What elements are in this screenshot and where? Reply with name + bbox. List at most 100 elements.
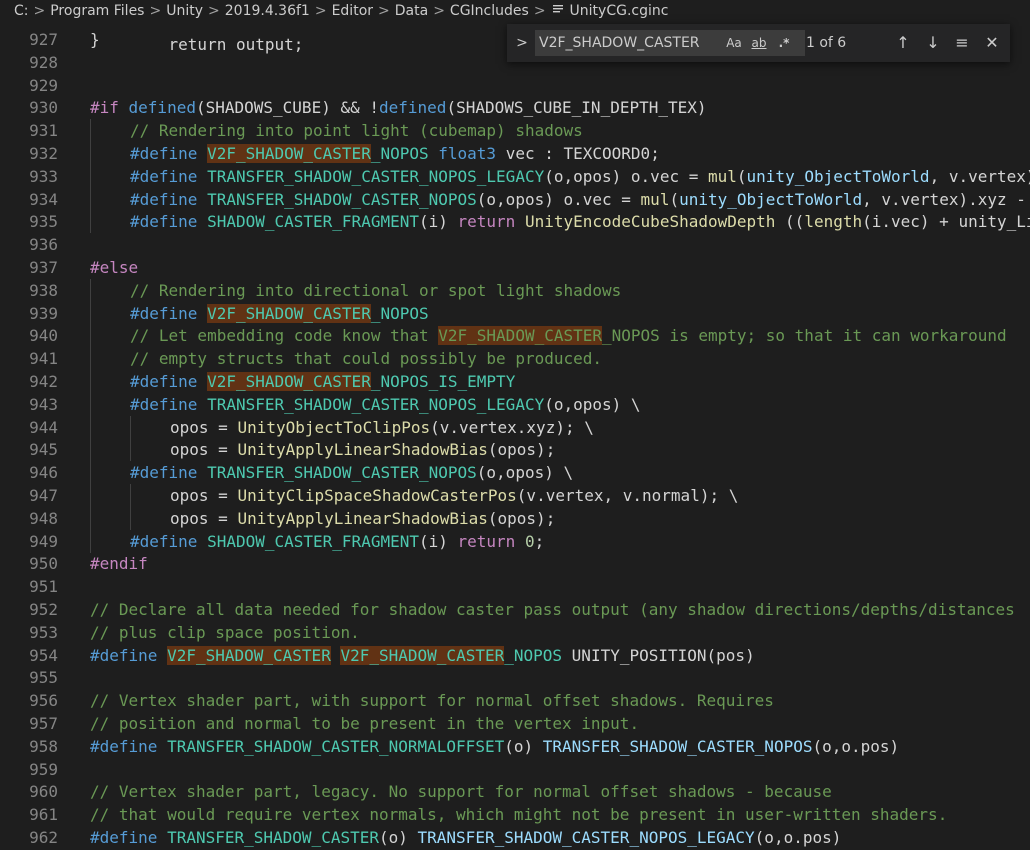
code-token: V2F_SHADOW_CASTER [207, 303, 371, 323]
breadcrumb-item[interactable]: Program Files [50, 3, 144, 19]
line-number: 956 [29, 691, 58, 711]
code-token: TRANSFER_SHADOW_CASTER [167, 828, 379, 847]
close-icon[interactable]: ✕ [980, 31, 1004, 55]
code-line: 930 #if defined(SHADOWS_CUBE) && !defined… [0, 96, 1030, 119]
code-text: } [90, 28, 100, 51]
indent-guide [130, 415, 131, 439]
breadcrumb-item[interactable]: Editor [332, 3, 373, 19]
line-number: 931 [29, 121, 58, 141]
code-line: 944 opos = UnityObjectToClipPos(v.vertex.… [0, 415, 1030, 439]
previous-match-icon[interactable]: ↑ [891, 31, 915, 55]
code-token: ( [736, 166, 747, 186]
code-token: UnityApplyLinearShadowBias [237, 508, 488, 528]
code-token: #endif [90, 554, 148, 574]
code-line: 943 #define TRANSFER_SHADOW_CASTER_NOPOS_… [0, 392, 1030, 416]
code-token: (i) [418, 531, 458, 551]
line-number: 937 [29, 258, 58, 277]
code-line: 929 [0, 74, 1030, 97]
breadcrumb-separator: > [433, 3, 445, 19]
code-line: 949 #define SHADOW_CASTER_FRAGMENT(i) ret… [0, 529, 1030, 553]
code-token: opos = [170, 508, 238, 528]
code-text: // Let embedding code know that V2F_SHAD… [130, 324, 1007, 347]
code-token: #define [130, 463, 208, 483]
code-token: 0 [524, 531, 535, 551]
find-in-selection-icon[interactable]: ≡ [950, 31, 974, 55]
indent-guide [90, 324, 91, 348]
code-token: #define [90, 828, 168, 847]
indent-guide [90, 415, 91, 439]
line-number: 954 [29, 645, 58, 665]
line-number: 935 [29, 212, 58, 232]
code-token: UnityApplyLinearShadowBias [237, 440, 488, 460]
match-case-icon[interactable]: Aa [724, 33, 744, 53]
line-number: 949 [29, 531, 58, 551]
breadcrumb-item[interactable]: C: [14, 3, 29, 19]
code-line: 957 // position and normal to be present … [0, 712, 1030, 735]
code-token: ( [669, 189, 680, 209]
code-token: , v.vertex).xyz - _LightPositionRange.xy… [862, 189, 1026, 209]
code-token: SHADOW_CASTER_FRAGMENT [207, 531, 419, 551]
code-token: UnityClipSpaceShadowCasterPos [237, 486, 517, 505]
code-text: #if defined(SHADOWS_CUBE) && !defined(SH… [90, 96, 707, 119]
toggle-replace-icon[interactable]: > [515, 33, 529, 53]
code-token: mul [640, 189, 670, 209]
line-number: 936 [29, 235, 58, 255]
line-number: 927 [29, 30, 58, 49]
breadcrumb-separator: > [208, 3, 220, 19]
code-token: _NOPOS [504, 645, 572, 665]
code-line: 948 opos = UnityApplyLinearShadowBias(opo… [0, 506, 1030, 530]
next-match-icon[interactable]: ↓ [921, 31, 945, 55]
code-text: #define TRANSFER_SHADOW_CASTER_NOPOS_LEG… [130, 165, 1030, 188]
indent-guide [90, 210, 91, 234]
breadcrumb-item[interactable]: Unity [166, 3, 203, 19]
indent-guide [130, 506, 131, 530]
code-line: 934 #define TRANSFER_SHADOW_CASTER_NOPOS(… [0, 187, 1030, 211]
code-token: (o) [504, 736, 543, 756]
code-token: #define [130, 212, 208, 232]
code-token: , v.vertex).xyz - _LightPositionRange.xy… [929, 166, 1030, 186]
code-token: opos = [170, 440, 238, 460]
code-text: #define TRANSFER_SHADOW_CASTER(o) TRANSF… [90, 826, 841, 849]
code-line: 954 #define V2F_SHADOW_CASTER V2F_SHADOW_… [0, 644, 1030, 667]
code-editor[interactable]: return output; 927} 928 929 930 #if defined(… [0, 22, 1030, 850]
code-token: (SHADOWS_CUBE) && ! [195, 98, 379, 118]
line-number: 951 [29, 577, 58, 597]
code-token: // plus clip space position. [90, 622, 360, 642]
breadcrumb-file[interactable]: UnityCG.cginc [570, 3, 669, 19]
line-number: 943 [29, 394, 58, 414]
code-token: #define [90, 645, 168, 665]
code-token: TRANSFER_SHADOW_CASTER_NOPOS [207, 189, 477, 209]
code-text: opos = UnityClipSpaceShadowCasterPos(v.v… [170, 484, 738, 507]
breadcrumb-separator: > [314, 3, 327, 19]
code-token: #define [130, 166, 208, 186]
line-number: 959 [29, 759, 58, 779]
whole-word-icon[interactable]: ab [748, 33, 770, 53]
code-token: V2F_SHADOW_CASTER [438, 326, 603, 346]
code-text: // plus clip space position. [90, 621, 360, 644]
code-text: #define SHADOW_CASTER_FRAGMENT(i) return… [130, 530, 544, 553]
code-token: V2F_SHADOW_CASTER [340, 645, 505, 665]
code-token: // empty structs that could possibly be … [130, 349, 603, 369]
regex-icon[interactable]: .* [774, 33, 794, 53]
line-number: 932 [29, 144, 58, 163]
code-token: TRANSFER_SHADOW_CASTER_NOPOS [542, 736, 813, 756]
indent-guide [90, 119, 91, 143]
code-token: ; [534, 531, 545, 551]
breadcrumb-item[interactable]: 2019.4.36f1 [225, 3, 310, 19]
code-line: 931 // Rendering into point light (cubema… [0, 119, 1030, 143]
line-number: 941 [29, 349, 58, 369]
code-token: UnityObjectToClipPos [237, 417, 431, 437]
line-number: 934 [29, 189, 58, 209]
code-token: // Vertex shader part, legacy. No suppor… [90, 782, 832, 802]
code-text: // Vertex shader part, legacy. No suppor… [90, 780, 832, 803]
code-text: #define V2F_SHADOW_CASTER V2F_SHADOW_CAS… [90, 644, 755, 667]
breadcrumb-item[interactable]: CGIncludes [450, 3, 529, 19]
code-line: 960 // Vertex shader part, legacy. No sup… [0, 780, 1030, 803]
find-widget: > Aa ab .* 1 of 6 ↑ ↓ ≡ ✕ [507, 24, 1010, 62]
code-line: 950 #endif [0, 552, 1030, 575]
indent-guide [90, 484, 91, 507]
code-token: #define [90, 736, 168, 756]
breadcrumb-item[interactable]: Data [395, 3, 428, 19]
line-number: 942 [29, 372, 58, 391]
code-token: length [804, 212, 863, 232]
